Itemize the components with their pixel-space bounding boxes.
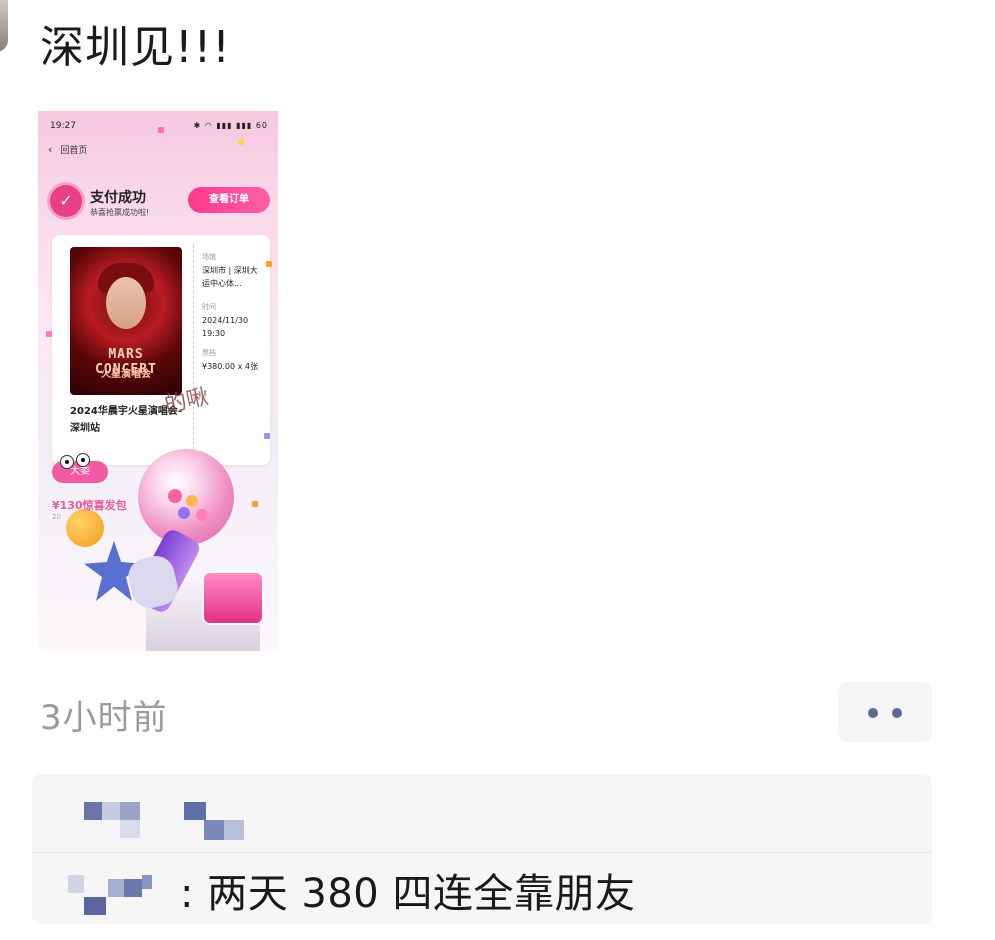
more-button[interactable]: [838, 682, 932, 742]
commenter-name-blurred[interactable]: [108, 879, 124, 897]
image-back-label: 回首页: [60, 146, 88, 156]
commenter-name-blurred[interactable]: [124, 879, 142, 897]
image-ticket-divider: [193, 245, 194, 455]
image-view-order-button: 查看订单: [188, 187, 270, 213]
comment-text: : 两天 380 四连全靠朋友: [180, 871, 636, 917]
poster-subtitle: 火星演唱会: [101, 369, 151, 380]
orange-ball-sticker: [66, 509, 104, 547]
sticker-eye-icon: [60, 455, 74, 469]
image-pay-subtitle: 恭喜抢票成功啦!: [90, 208, 150, 217]
image-back-link: ‹ 回首页: [48, 143, 87, 156]
image-ticket-info: 票档 ¥380.00 x 4张: [202, 347, 264, 373]
ticket-label: 票档: [202, 349, 216, 357]
more-dots-icon: [892, 708, 902, 718]
confetti: [266, 261, 272, 267]
poster-face: [106, 277, 146, 329]
image-pay-title: 支付成功: [90, 190, 146, 206]
chevron-left-icon: ‹: [48, 143, 53, 156]
confetti: [46, 331, 52, 337]
post-image[interactable]: 19:27 ✱ ◠ ▮▮▮ ▮▮▮ 60 ‹ 回首页 ✓ 支付成功 恭喜抢票成功啦…: [38, 111, 278, 651]
image-venue-info: 场馆 深圳市 | 深圳大运中心体...: [202, 251, 264, 290]
confetti: [158, 127, 164, 133]
liker-avatar-blurred[interactable]: [184, 802, 206, 820]
image-concert-poster: MARS CONCERT 火星演唱会: [70, 247, 182, 395]
time-label: 时间: [202, 303, 216, 311]
more-dots-icon: [868, 708, 878, 718]
drum-sticker: [202, 571, 264, 625]
image-status-time: 19:27: [50, 121, 76, 131]
check-badge-icon: ✓: [50, 185, 82, 217]
time-value: 2024/11/30 19:30: [202, 316, 249, 338]
image-time-info: 时间 2024/11/30 19:30: [202, 301, 264, 340]
post-text: 深圳见!!!: [40, 22, 231, 73]
commenter-name-blurred[interactable]: [68, 875, 84, 893]
commenter-name-blurred[interactable]: [84, 897, 106, 915]
ticket-value: ¥380.00 x 4张: [202, 362, 258, 371]
image-promo-price: ¥130惊喜发包: [52, 499, 127, 512]
liker-avatar-blurred[interactable]: [120, 820, 140, 838]
gumball: [186, 495, 198, 507]
venue-label: 场馆: [202, 253, 216, 261]
post-timestamp: 3小时前: [40, 698, 168, 738]
liker-avatar-blurred[interactable]: [120, 802, 140, 820]
sticker-eye-icon: [76, 453, 90, 467]
venue-value: 深圳市 | 深圳大运中心体...: [202, 266, 258, 288]
likes-row[interactable]: [32, 774, 932, 852]
commenter-name-blurred[interactable]: [142, 875, 152, 889]
gumball: [196, 509, 208, 521]
confetti: [264, 433, 270, 439]
confetti: [252, 501, 258, 507]
gumball: [168, 489, 182, 503]
image-status-icons: ✱ ◠ ▮▮▮ ▮▮▮ 60: [193, 121, 268, 130]
comments-panel: : 两天 380 四连全靠朋友: [32, 774, 932, 924]
liker-avatar-blurred[interactable]: [204, 820, 224, 840]
image-promo-sub: 20: [52, 513, 61, 521]
comment-item[interactable]: : 两天 380 四连全靠朋友: [32, 853, 932, 924]
gumball: [178, 507, 190, 519]
liker-avatar-blurred[interactable]: [224, 820, 244, 840]
lightstick-bulb: [138, 449, 234, 545]
confetti: [238, 139, 244, 145]
avatar[interactable]: [0, 0, 8, 52]
liker-avatar-blurred[interactable]: [84, 802, 102, 820]
liker-avatar-blurred[interactable]: [102, 802, 120, 820]
